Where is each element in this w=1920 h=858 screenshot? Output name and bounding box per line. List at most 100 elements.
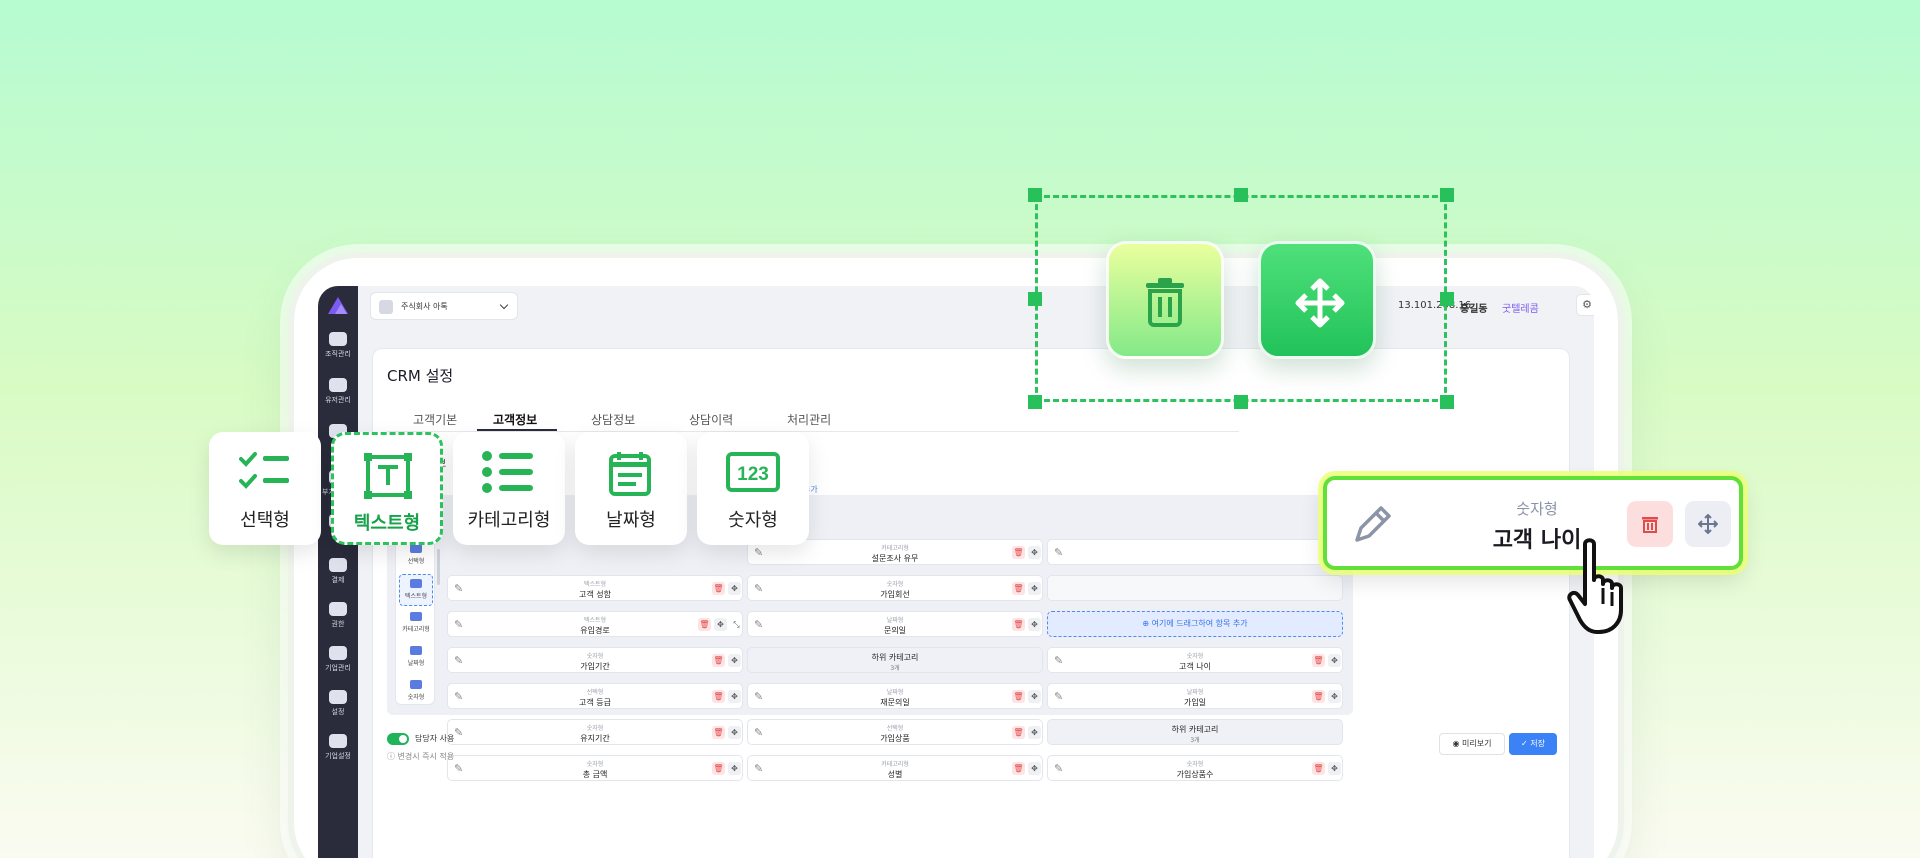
delete-icon[interactable]: 🗑 [1012,726,1025,739]
resize-handle[interactable] [1440,188,1454,202]
delete-icon[interactable]: 🗑 [712,690,725,703]
type-category[interactable]: 카테고리형 [399,608,433,640]
chip-date-type[interactable]: 날짜형 [575,432,687,545]
field-cell[interactable]: ✎ 숫자형 가입상품수 🗑 ✥ [1047,755,1343,781]
move-button[interactable] [1685,501,1731,547]
tab-consult-info[interactable]: 상담정보 [591,411,635,428]
type-text[interactable]: 텍스트형 [399,574,433,606]
field-cell[interactable]: ✎ 숫자형 고객 나이 🗑 ✥ [1047,647,1343,673]
field-cell[interactable]: ✎ 날짜형 문의일 🗑 ✥ [747,611,1043,637]
trash-icon [1146,278,1184,327]
field-cell[interactable]: ✎ 카테고리형 성별 🗑 ✥ [747,755,1043,781]
move-icon[interactable]: ✥ [1028,546,1041,559]
field-cell[interactable]: ✎ 날짜형 재문의일 🗑 ✥ [747,683,1043,709]
field-cell[interactable]: ✎ 텍스트형 유입경로 🗑 ✥ ⤡ [447,611,743,637]
chip-number-type[interactable]: 123 숫자형 [697,432,809,545]
tab-processing[interactable]: 처리관리 [787,411,831,428]
checklist-icon [239,452,289,489]
resize-handle[interactable] [1028,188,1042,202]
move-icon[interactable]: ✥ [1328,690,1341,703]
field-cell[interactable]: ✎ 숫자형 유지기간 🗑 ✥ [447,719,743,745]
field-cell[interactable]: ✎ 날짜형 가입일 🗑 ✥ [1047,683,1343,709]
company-select[interactable]: 주식회사 아톡 [370,292,518,320]
subcategory-cell[interactable]: 하위 카테고리 3개 [1047,719,1343,745]
type-date[interactable]: 날짜형 [399,642,433,674]
text-icon [410,579,422,588]
move-icon[interactable]: ✥ [1028,690,1041,703]
field-cell[interactable]: ✎ 숫자형 총 금액 🗑 ✥ [447,755,743,781]
drop-zone[interactable]: ⊕ 여기에 드래그하여 항목 추가 [1047,611,1343,637]
user-icon [329,378,347,392]
move-icon[interactable]: ✥ [1028,582,1041,595]
chip-category-type[interactable]: 카테고리형 [453,432,565,545]
delete-action-button[interactable] [1106,241,1224,359]
checklist-icon [410,544,422,553]
delete-icon[interactable]: 🗑 [698,618,711,631]
delete-icon[interactable]: 🗑 [1012,618,1025,631]
field-cell[interactable]: ✎ 선택형 가입상품 🗑 ✥ [747,719,1043,745]
delete-icon[interactable]: 🗑 [712,726,725,739]
tab-customer-info[interactable]: 고객정보 [493,411,537,428]
move-icon[interactable]: ✥ [728,690,741,703]
user-name: 홍길동 [1460,304,1488,315]
delete-icon[interactable]: 🗑 [1012,546,1025,559]
delete-icon[interactable]: 🗑 [1312,654,1325,667]
move-icon[interactable]: ✥ [728,762,741,775]
edit-icon[interactable]: ✎ [1054,546,1063,559]
move-icon[interactable]: ✥ [1028,618,1041,631]
resize-handle[interactable] [1234,188,1248,202]
move-icon[interactable]: ✥ [1328,762,1341,775]
resize-handle[interactable] [1234,395,1248,409]
subcategory-cell[interactable]: 하위 카테고리 3개 [747,647,1043,673]
sidebar-item-company-settings[interactable]: 기업설정 [318,734,358,761]
sidebar-item-payment[interactable]: 결제 [318,558,358,585]
delete-icon[interactable]: 🗑 [1012,582,1025,595]
selection-box[interactable] [1035,195,1447,402]
delete-icon[interactable]: 🗑 [1012,762,1025,775]
delete-icon[interactable]: 🗑 [712,762,725,775]
preview-button[interactable]: ◉ 미리보기 [1439,733,1505,755]
move-icon[interactable]: ✥ [728,582,741,595]
delete-icon[interactable]: 🗑 [1012,690,1025,703]
building-icon [379,300,393,314]
page-title: CRM 설정 [387,367,454,385]
tab-customer-basic[interactable]: 고객기본 [413,411,457,428]
palette-scrollbar[interactable] [437,549,440,585]
chip-select-type[interactable]: 선택형 [209,432,321,545]
resize-handle[interactable] [1028,292,1042,306]
move-icon[interactable]: ✥ [728,654,741,667]
sidebar-item-permission[interactable]: 권한 [318,602,358,629]
move-action-button[interactable] [1258,241,1376,359]
sidebar-item-users[interactable]: 유저관리 [318,378,358,405]
move-icon[interactable]: ✥ [714,618,727,631]
settings-button[interactable]: ⚙ [1576,294,1594,316]
tab-consult-history[interactable]: 상담이력 [689,411,733,428]
sidebar-item-org[interactable]: 조직관리 [318,332,358,359]
field-cell[interactable]: ✎ 숫자형 가입회선 🗑 ✥ [747,575,1043,601]
type-number[interactable]: 숫자형 [399,676,433,708]
pencil-icon[interactable] [1349,504,1393,548]
delete-icon[interactable]: 🗑 [1312,690,1325,703]
resize-handle[interactable] [1440,292,1454,306]
field-cell[interactable]: ✎ 텍스트형 고객 성함 🗑 ✥ [447,575,743,601]
delete-icon[interactable]: 🗑 [712,654,725,667]
field-cell[interactable]: ✎ 숫자형 가입기간 🗑 ✥ [447,647,743,673]
resize-icon[interactable]: ⤡ [730,618,743,631]
manager-toggle[interactable] [387,733,409,745]
sidebar-item-settings[interactable]: 설정 [318,690,358,717]
delete-icon[interactable]: 🗑 [1312,762,1325,775]
dragged-field-card[interactable]: 숫자형 고객 나이 [1323,476,1743,570]
chip-text-type[interactable]: 텍스트형 [331,432,443,545]
move-icon[interactable]: ✥ [1328,654,1341,667]
move-icon[interactable]: ✥ [728,726,741,739]
sidebar-item-company[interactable]: 기업관리 [318,646,358,673]
move-icon[interactable]: ✥ [1028,726,1041,739]
field-cell[interactable]: ✎ 선택형 고객 등급 🗑 ✥ [447,683,743,709]
move-icon[interactable]: ✥ [1028,762,1041,775]
field-cell[interactable]: ✎ [1047,539,1343,565]
resize-handle[interactable] [1028,395,1042,409]
save-button[interactable]: ✓ 저장 [1509,733,1557,755]
resize-handle[interactable] [1440,395,1454,409]
delete-icon[interactable]: 🗑 [712,582,725,595]
number-icon: 123 [726,452,780,492]
